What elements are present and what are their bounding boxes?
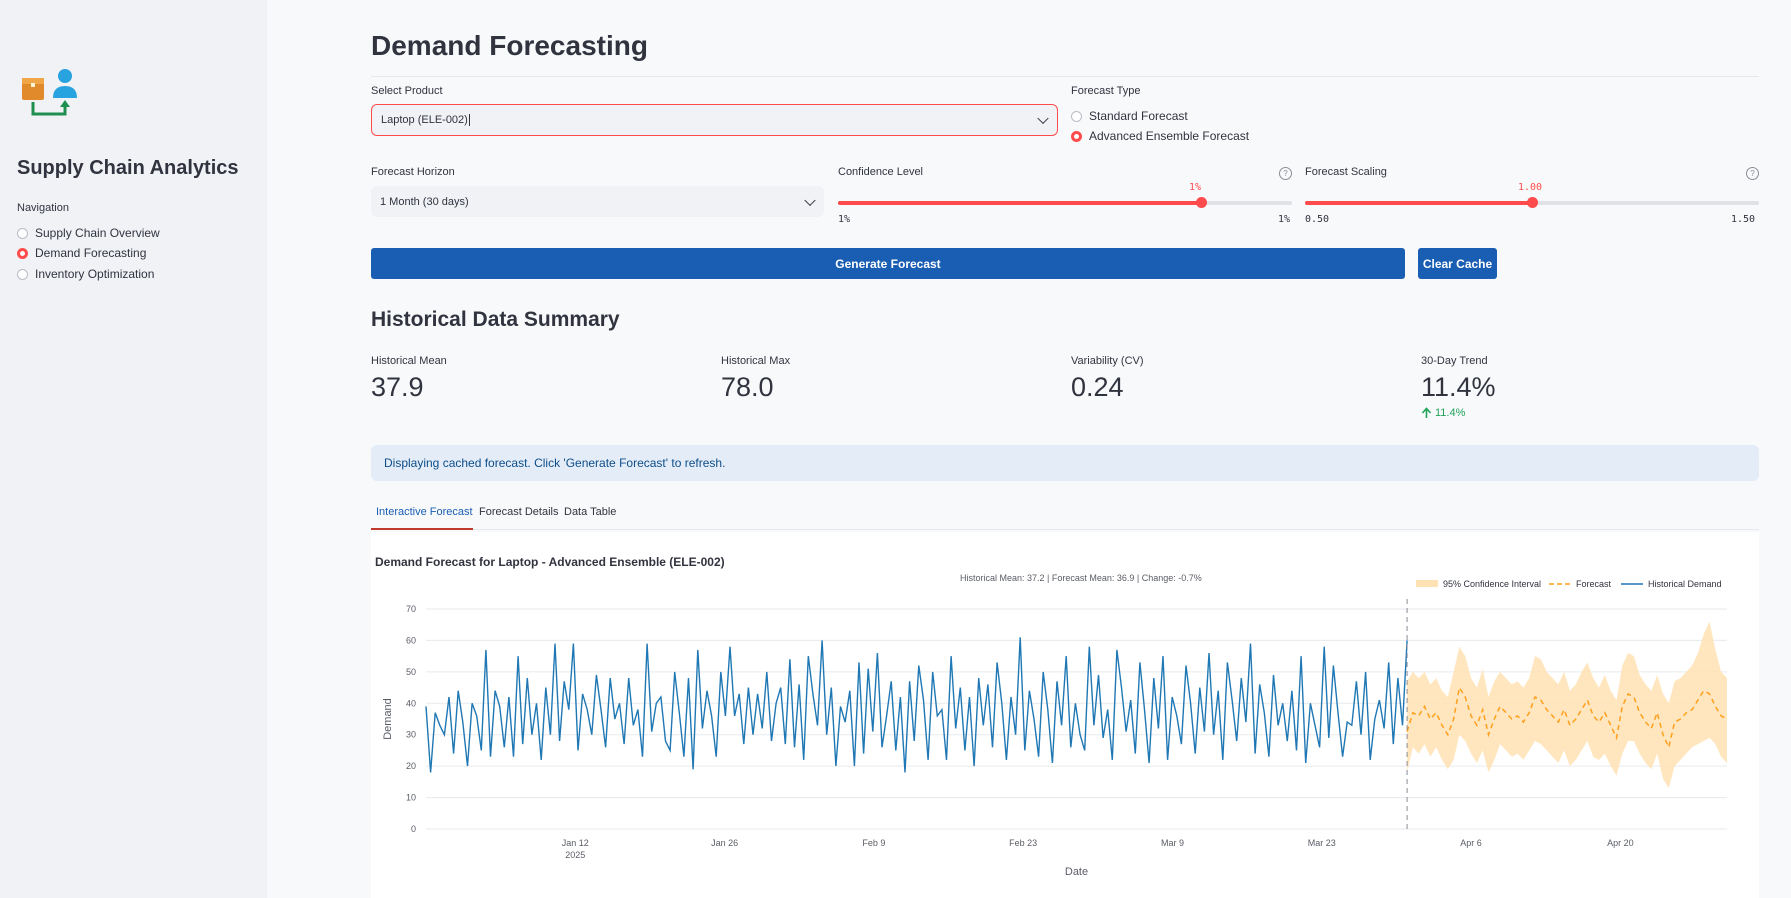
tab-interactive-forecast[interactable]: Interactive Forecast (376, 506, 473, 518)
info-message-text: Displaying cached forecast. Click 'Gener… (384, 456, 726, 470)
radio-icon (17, 227, 28, 239)
metric-historical-mean: Historical Mean 37.9 (371, 355, 447, 403)
slider-thumb[interactable] (1527, 197, 1538, 208)
confidence-value-label: 1% (1189, 182, 1202, 193)
arrow-up-icon (1421, 407, 1432, 418)
metric-value: 11.4% (1421, 372, 1496, 402)
clear-cache-button[interactable]: Clear Cache (1418, 248, 1497, 279)
radio-selected-icon (17, 247, 28, 259)
text-cursor (468, 114, 470, 126)
metric-value: 37.9 (371, 372, 424, 402)
info-message: Displaying cached forecast. Click 'Gener… (371, 445, 1759, 481)
radio-icon (17, 268, 28, 280)
tab-data-table[interactable]: Data Table (564, 506, 616, 518)
y-tick-label: 20 (406, 761, 416, 771)
nav-item-label: Supply Chain Overview (35, 226, 160, 240)
x-tick-label: Jan 26 (711, 838, 738, 848)
metric-30-day-trend: 30-Day Trend 11.4% 11.4% (1421, 355, 1496, 419)
help-icon[interactable]: ? (1279, 167, 1292, 180)
x-tick-sublabel: 2025 (565, 850, 585, 860)
demand-forecast-chart[interactable]: 0 10 20 30 40 50 60 70 Jan 12 2025 Jan 26 Feb 9 Feb … (371, 532, 1759, 898)
radio-icon (1071, 110, 1082, 122)
nav-item-supply-chain-overview[interactable]: Supply Chain Overview (17, 226, 160, 240)
summary-heading: Historical Data Summary (371, 308, 620, 331)
confidence-interval-band[interactable] (1407, 621, 1727, 789)
legend-label: 95% Confidence Interval (1443, 579, 1541, 589)
x-axis-label: Date (1065, 866, 1088, 878)
nav-item-label: Inventory Optimization (35, 267, 155, 281)
x-tick-label: Feb 9 (862, 838, 885, 848)
scaling-label: Forecast Scaling (1305, 166, 1387, 178)
app-title: Supply Chain Analytics (17, 157, 239, 179)
horizon-select-value: 1 Month (30 days) (380, 195, 469, 208)
metric-label: 30-Day Trend (1421, 355, 1488, 367)
slider-fill (838, 201, 1202, 205)
x-tick-label: Jan 12 (562, 838, 589, 848)
legend-swatch-ci (1416, 580, 1438, 587)
radio-label: Advanced Ensemble Forecast (1089, 129, 1250, 143)
x-tick-label: Mar 9 (1161, 838, 1184, 848)
page-title: Demand Forecasting (371, 30, 648, 61)
metric-label: Historical Max (721, 355, 791, 367)
historical-demand-line[interactable] (425, 637, 1408, 773)
x-tick-label: Mar 23 (1308, 838, 1336, 848)
x-tick-label: Feb 23 (1009, 838, 1037, 848)
product-label: Select Product (371, 85, 443, 97)
scaling-max-label: 1.50 (1731, 214, 1756, 225)
tab-underline (371, 529, 1759, 530)
horizon-select[interactable]: 1 Month (30 days) (371, 186, 824, 217)
metric-label: Variability (CV) (1071, 355, 1144, 367)
metric-delta-value: 11.4% (1435, 407, 1466, 419)
metric-label: Historical Mean (371, 355, 447, 367)
radio-label: Standard Forecast (1089, 109, 1188, 123)
product-select[interactable]: Laptop (ELE-002) (371, 104, 1058, 136)
generate-forecast-button[interactable]: Generate Forecast (371, 248, 1405, 279)
y-tick-label: 70 (406, 604, 416, 614)
metric-delta: 11.4% (1421, 407, 1496, 419)
legend-label: Forecast (1576, 579, 1612, 589)
scaling-value-label: 1.00 (1518, 182, 1543, 193)
metric-variability: Variability (CV) 0.24 (1071, 355, 1144, 403)
chevron-down-icon (1037, 112, 1049, 125)
supply-chain-logo-icon (20, 68, 78, 118)
radio-standard-forecast[interactable]: Standard Forecast (1071, 109, 1188, 123)
forecast-type-label: Forecast Type (1071, 85, 1141, 97)
y-tick-label: 60 (406, 635, 416, 645)
scaling-slider[interactable] (1305, 197, 1759, 208)
y-axis-label: Demand (382, 698, 394, 740)
sidebar: Supply Chain Analytics Navigation Supply… (0, 0, 267, 898)
title-divider (371, 76, 1759, 77)
x-tick-label: Apr 20 (1607, 838, 1634, 848)
nav-label: Navigation (17, 202, 69, 214)
metric-value: 0.24 (1071, 372, 1124, 402)
confidence-label: Confidence Level (838, 166, 924, 178)
chevron-down-icon (804, 194, 816, 206)
nav-item-demand-forecasting[interactable]: Demand Forecasting (17, 246, 146, 260)
slider-fill (1305, 201, 1532, 205)
metric-historical-max: Historical Max 78.0 (721, 355, 790, 403)
x-tick-label: Apr 6 (1460, 838, 1482, 848)
y-tick-label: 40 (406, 698, 416, 708)
horizon-label: Forecast Horizon (371, 166, 455, 178)
nav-item-label: Demand Forecasting (35, 246, 147, 260)
help-icon[interactable]: ? (1746, 167, 1759, 180)
confidence-max-label: 1% (1278, 214, 1291, 225)
scaling-min-label: 0.50 (1305, 214, 1330, 225)
confidence-slider[interactable] (838, 197, 1292, 208)
confidence-min-label: 1% (838, 214, 851, 225)
tab-forecast-details[interactable]: Forecast Details (479, 506, 558, 518)
legend-label: Historical Demand (1648, 579, 1722, 589)
y-tick-label: 50 (406, 667, 416, 677)
radio-advanced-ensemble-forecast[interactable]: Advanced Ensemble Forecast (1071, 129, 1249, 143)
tab-active-indicator (371, 528, 473, 530)
product-select-value: Laptop (ELE-002) (381, 114, 468, 126)
y-tick-label: 10 (406, 793, 416, 803)
nav-item-inventory-optimization[interactable]: Inventory Optimization (17, 267, 154, 281)
metric-value: 78.0 (721, 372, 774, 402)
radio-selected-icon (1071, 130, 1082, 142)
y-tick-label: 0 (411, 824, 416, 834)
y-tick-label: 30 (406, 730, 416, 740)
